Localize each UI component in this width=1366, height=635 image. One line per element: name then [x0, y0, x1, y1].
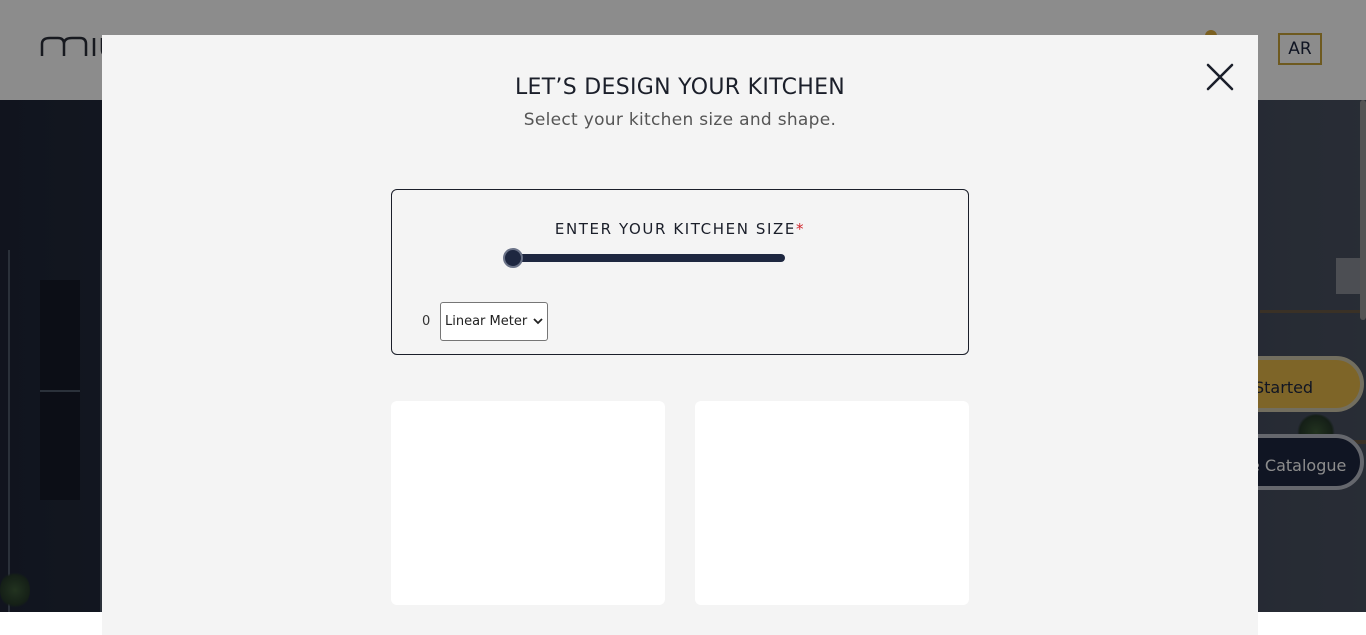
- kitchen-shape-card[interactable]: [695, 401, 969, 605]
- modal-subtitle: Select your kitchen size and shape.: [523, 110, 837, 130]
- kitchen-size-value: 0: [422, 314, 431, 329]
- kitchen-size-label: ENTER YOUR KITCHEN SIZE*: [392, 220, 968, 238]
- modal-title: LET’S DESIGN YOUR KITCHEN: [514, 75, 846, 100]
- kitchen-size-label-text: ENTER YOUR KITCHEN SIZE: [554, 220, 796, 238]
- kitchen-size-section: ENTER YOUR KITCHEN SIZE* 0 Linear Meter: [391, 189, 969, 355]
- kitchen-shape-card[interactable]: [391, 401, 665, 605]
- required-asterisk: *: [796, 220, 806, 238]
- kitchen-size-slider-track[interactable]: [513, 254, 785, 262]
- kitchen-size-slider-thumb[interactable]: [503, 248, 523, 268]
- kitchen-design-modal: LET’S DESIGN YOUR KITCHEN Select your ki…: [102, 35, 1258, 635]
- unit-select[interactable]: Linear Meter: [440, 302, 548, 341]
- chevron-down-icon: [533, 318, 543, 325]
- unit-select-value: Linear Meter: [445, 314, 528, 329]
